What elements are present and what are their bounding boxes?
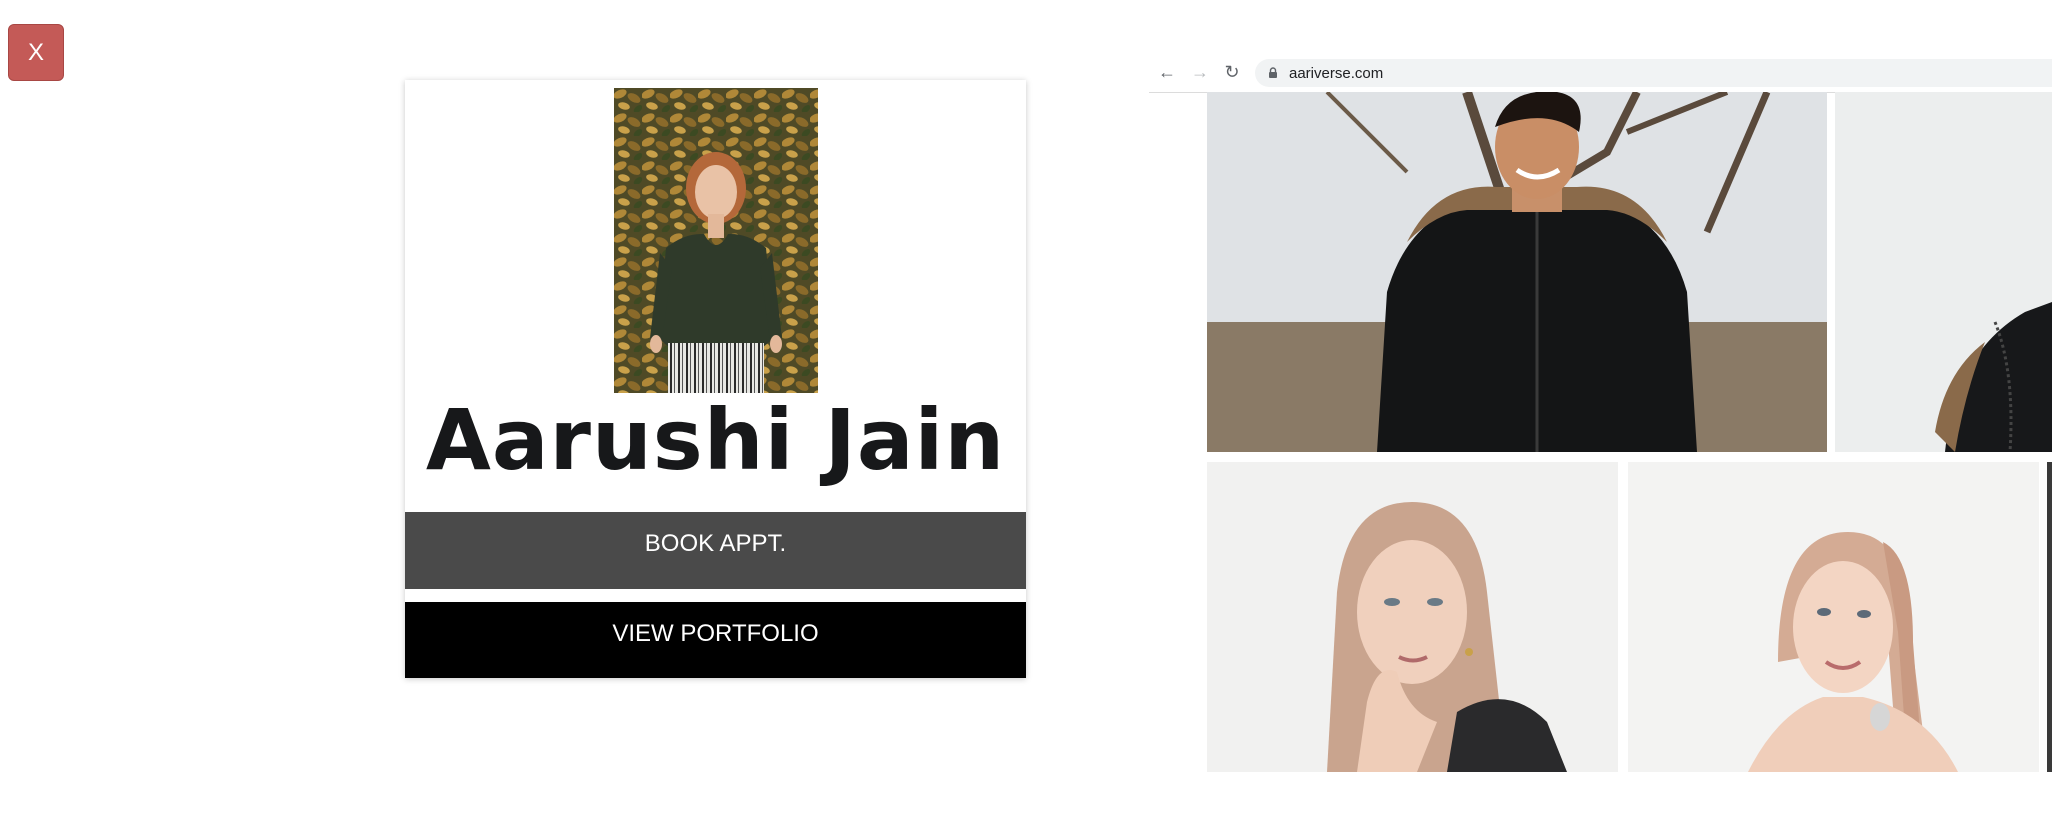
gallery-photo[interactable]	[1628, 462, 2039, 772]
gallery-photo[interactable]	[2047, 462, 2052, 772]
gallery-photo[interactable]	[1207, 92, 1827, 452]
forward-arrow-icon[interactable]: →	[1190, 62, 1210, 82]
profile-name: Aarushi Jain	[425, 391, 1006, 489]
lock-icon	[1269, 67, 1277, 78]
book-appointment-button[interactable]: BOOK APPT.	[405, 512, 1026, 589]
url-text: aariverse.com	[1289, 65, 1384, 82]
profile-card: Aarushi Jain BOOK APPT. VIEW PORTFOLIO	[405, 80, 1026, 678]
reload-icon[interactable]: ↻	[1222, 62, 1242, 82]
gallery-photo[interactable]	[1207, 462, 1618, 772]
browser-toolbar: ← → ↻ aariverse.com	[1149, 56, 2052, 93]
address-bar[interactable]: aariverse.com	[1255, 59, 2052, 87]
close-label: X	[27, 38, 44, 66]
profile-photo	[614, 88, 818, 393]
close-button[interactable]: X	[8, 24, 64, 81]
gallery-photo[interactable]	[1835, 92, 2052, 452]
view-portfolio-button[interactable]: VIEW PORTFOLIO	[405, 602, 1026, 678]
back-arrow-icon[interactable]: ←	[1157, 62, 1177, 82]
browser-preview: ← → ↻ aariverse.com	[1149, 56, 2052, 772]
